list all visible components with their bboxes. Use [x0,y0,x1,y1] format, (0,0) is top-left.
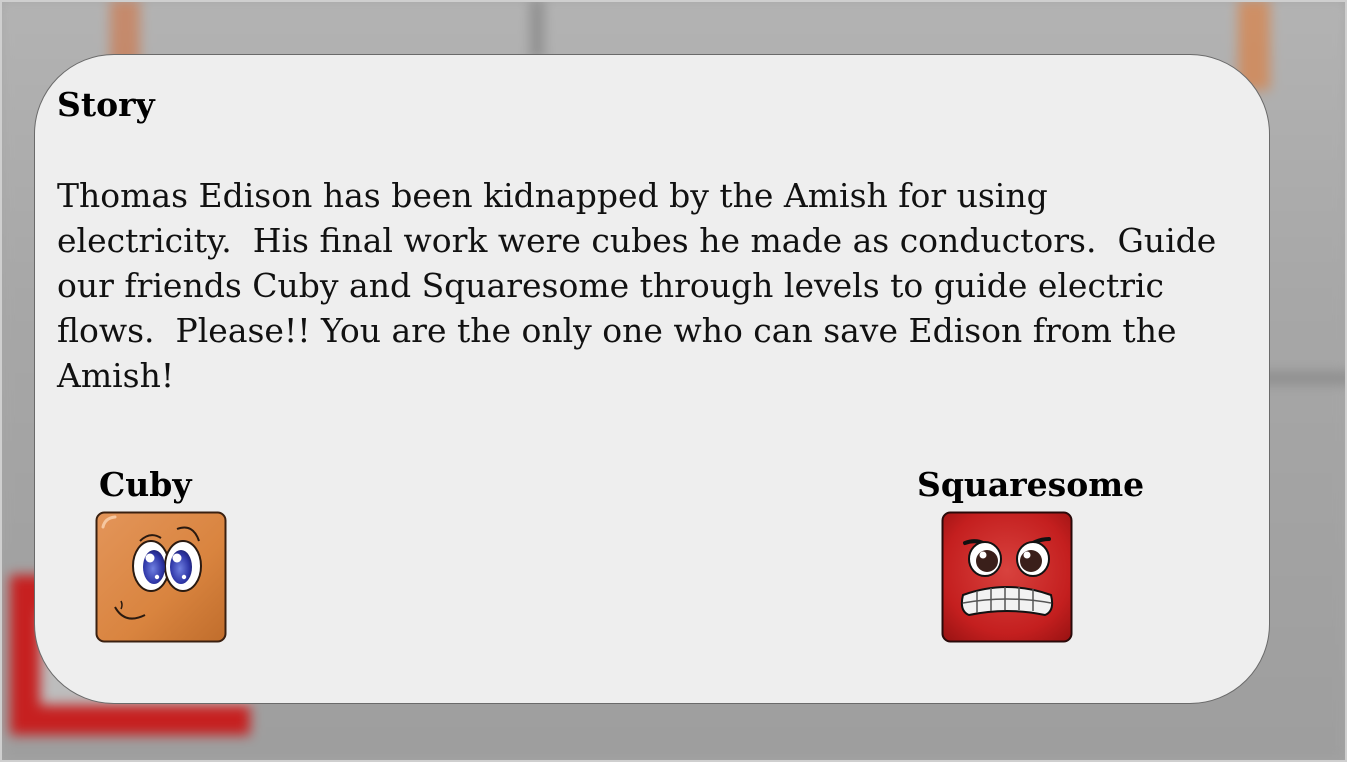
cuby-portrait [95,511,227,643]
story-dialog[interactable]: Story Thomas Edison has been kidnapped b… [34,54,1270,704]
cuby-name: Cuby [99,465,192,504]
squaresome-name: Squaresome [917,465,1145,504]
story-title: Story [57,85,155,124]
squaresome-portrait [941,511,1073,643]
game-screen: Story Thomas Edison has been kidnapped b… [0,0,1347,762]
story-text: Thomas Edison has been kidnapped by the … [57,176,1217,395]
